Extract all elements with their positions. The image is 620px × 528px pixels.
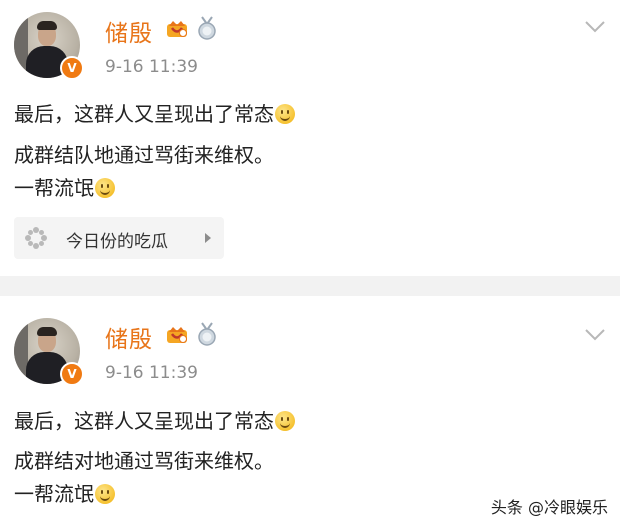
topic-label: 今日份的吃瓜 [66, 232, 168, 252]
medal-icon [198, 16, 216, 40]
topic-chip[interactable]: 今日份的吃瓜 [14, 217, 224, 259]
flower-icon [25, 227, 47, 249]
caret-right-icon [205, 233, 211, 243]
crown-vip-icon [167, 327, 187, 343]
verified-badge-icon: V [60, 362, 84, 386]
medal-icon [198, 322, 216, 346]
author-name[interactable]: 储殷 [105, 320, 153, 354]
crown-vip-icon [167, 21, 187, 37]
post-text-line: 最后，这群人又呈现出了常态 [14, 101, 295, 127]
post-timestamp: 9-16 11:39 [105, 57, 198, 77]
chevron-down-icon[interactable] [584, 20, 606, 34]
post-divider [0, 276, 620, 296]
post-timestamp: 9-16 11:39 [105, 363, 198, 383]
smile-emoji-icon [95, 484, 115, 504]
watermark: 头条 @冷眼娱乐 [490, 498, 608, 517]
weibo-post-1: V 储殷 9-16 11:39 最后，这群人又呈现出了常态 成群结队地通过骂街来… [0, 0, 620, 276]
post-text-line: 成群结队地通过骂街来维权。 [14, 143, 274, 167]
verified-badge-icon: V [60, 56, 84, 80]
post-text-line: 一帮流氓 [14, 175, 115, 201]
chevron-down-icon[interactable] [584, 328, 606, 342]
smile-emoji-icon [275, 104, 295, 124]
smile-emoji-icon [95, 178, 115, 198]
post-text-line: 一帮流氓 [14, 481, 115, 507]
post-text-line: 成群结对地通过骂街来维权。 [14, 449, 274, 473]
post-text-line: 最后，这群人又呈现出了常态 [14, 408, 295, 434]
smile-emoji-icon [275, 411, 295, 431]
author-name[interactable]: 储殷 [105, 14, 153, 48]
